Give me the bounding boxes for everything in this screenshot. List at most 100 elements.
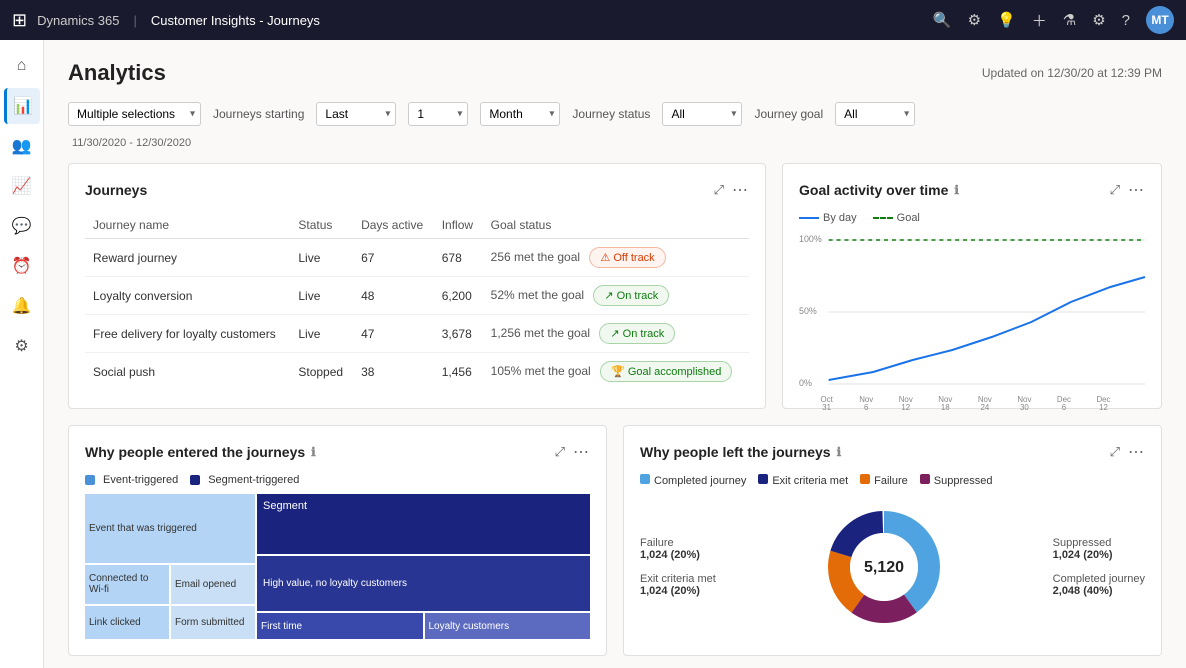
cell-days: 38 <box>353 353 434 391</box>
why-entered-info-icon[interactable]: ℹ <box>311 445 316 459</box>
goal-select[interactable]: All <box>835 102 915 126</box>
legend-completed-journey: Completed journey <box>640 474 746 487</box>
search-icon[interactable]: 🔍 <box>933 11 952 29</box>
updated-timestamp: Updated on 12/30/20 at 12:39 PM <box>982 66 1162 80</box>
svg-text:24: 24 <box>980 403 989 412</box>
suppressed-label: Suppressed 1,024 (20%) <box>1053 537 1145 561</box>
why-entered-title: Why people entered the journeys ℹ <box>85 444 316 460</box>
num-select[interactable]: 1 <box>408 102 468 126</box>
event-legend-dot <box>85 475 95 485</box>
why-entered-more-icon[interactable]: ⋯ <box>573 442 590 462</box>
sidebar-item-clock[interactable]: ⏰ <box>4 248 40 284</box>
settings-circle-icon[interactable]: ⚙ <box>968 11 981 29</box>
cell-journey-name: Social push <box>85 353 290 391</box>
goal-activity-expand-icon[interactable]: ⤢ <box>1110 182 1120 198</box>
treemap-cell-wifi: Connected to Wi-fi <box>85 565 169 604</box>
cell-status: Live <box>290 277 353 315</box>
cell-inflow: 1,456 <box>434 353 483 391</box>
why-entered-expand-icon[interactable]: ⤢ <box>555 444 565 460</box>
why-left-more-icon[interactable]: ⋯ <box>1128 442 1145 462</box>
cell-journey-name: Loyalty conversion <box>85 277 290 315</box>
why-left-info-icon[interactable]: ℹ <box>837 445 842 459</box>
sidebar-item-analytics[interactable]: 📊 <box>4 88 40 124</box>
last-select[interactable]: Last <box>316 102 396 126</box>
period-select[interactable]: Month <box>480 102 560 126</box>
table-header-row: Journey name Status Days active Inflow G… <box>85 212 749 239</box>
journey-goal-label: Journey goal <box>754 107 823 121</box>
goal-activity-header: Goal activity over time ℹ ⤢ ⋯ <box>799 180 1145 200</box>
journeys-expand-icon[interactable]: ⤢ <box>714 182 724 198</box>
sidebar-item-messages[interactable]: 💬 <box>4 208 40 244</box>
svg-text:6: 6 <box>864 403 869 412</box>
page-title: Analytics <box>68 60 166 86</box>
filter-icon[interactable]: ⚗ <box>1063 11 1076 29</box>
cell-goal-status: 256 met the goal ⚠ Off track <box>483 239 749 277</box>
plus-icon[interactable]: ＋ <box>1032 10 1047 31</box>
journeys-card: Journeys ⤢ ⋯ Journey name Status Days ac… <box>68 163 766 409</box>
journey-multiselect[interactable]: Multiple selections <box>68 102 201 126</box>
svg-text:12: 12 <box>901 403 910 412</box>
why-entered-header: Why people entered the journeys ℹ ⤢ ⋯ <box>85 442 590 462</box>
treemap-col-1: Event that was triggered Connected to Wi… <box>85 494 255 639</box>
table-row: Free delivery for loyalty customers Live… <box>85 315 749 353</box>
chart-legend: By day Goal <box>799 212 1145 224</box>
sidebar-item-alerts[interactable]: 🔔 <box>4 288 40 324</box>
legend-goal: Goal <box>873 212 920 224</box>
filter-bar: Multiple selections Journeys starting La… <box>68 102 1162 126</box>
num-select-wrapper: 1 <box>408 102 468 126</box>
treemap-row-2: Connected to Wi-fi Email opened <box>85 565 255 604</box>
goal-badge: 🏆 Goal accomplished <box>600 361 732 382</box>
why-left-expand-icon[interactable]: ⤢ <box>1110 444 1120 460</box>
top-row-grid: Journeys ⤢ ⋯ Journey name Status Days ac… <box>68 163 1162 409</box>
cell-days: 48 <box>353 277 434 315</box>
goal-activity-info-icon[interactable]: ℹ <box>954 183 959 197</box>
journeys-card-header: Journeys ⤢ ⋯ <box>85 180 749 200</box>
cell-status: Live <box>290 315 353 353</box>
goal-activity-more-icon[interactable]: ⋯ <box>1128 180 1145 200</box>
legend-day-line <box>799 217 819 219</box>
lightbulb-icon[interactable]: 💡 <box>997 11 1016 29</box>
event-triggered-legend: Event-triggered <box>85 474 178 486</box>
cell-journey-name: Free delivery for loyalty customers <box>85 315 290 353</box>
sidebar-item-people[interactable]: 👥 <box>4 128 40 164</box>
last-select-wrapper: Last <box>316 102 396 126</box>
why-left-title: Why people left the journeys ℹ <box>640 444 841 460</box>
why-left-header: Why people left the journeys ℹ ⤢ ⋯ <box>640 442 1145 462</box>
col-status: Status <box>290 212 353 239</box>
svg-text:50%: 50% <box>799 306 817 316</box>
journeys-starting-label: Journeys starting <box>213 107 304 121</box>
sidebar-item-home[interactable]: ⌂ <box>4 48 40 84</box>
app-layout: ⌂ 📊 👥 📈 💬 ⏰ 🔔 ⚙ Analytics Updated on 12/… <box>0 40 1186 668</box>
gear-icon[interactable]: ⚙ <box>1092 11 1105 29</box>
legend-failure: Failure <box>860 474 908 487</box>
why-entered-card: Why people entered the journeys ℹ ⤢ ⋯ Ev… <box>68 425 607 656</box>
cell-goal-status: 105% met the goal 🏆 Goal accomplished <box>483 353 749 391</box>
failure-label: Failure 1,024 (20%) <box>640 537 716 561</box>
user-avatar[interactable]: MT <box>1146 6 1174 34</box>
table-row: Social push Stopped 38 1,456 105% met th… <box>85 353 749 391</box>
svg-text:6: 6 <box>1062 403 1067 412</box>
cell-days: 67 <box>353 239 434 277</box>
sidebar-item-chart[interactable]: 📈 <box>4 168 40 204</box>
goal-select-wrapper: All <box>835 102 915 126</box>
period-select-wrapper: Month <box>480 102 560 126</box>
goal-activity-actions: ⤢ ⋯ <box>1110 180 1145 200</box>
svg-text:30: 30 <box>1020 403 1029 412</box>
treemap-row-bottom: First time Loyalty customers <box>257 613 590 639</box>
legend-suppressed: Suppressed <box>920 474 993 487</box>
status-select[interactable]: All <box>662 102 742 126</box>
journeys-card-title: Journeys <box>85 182 147 198</box>
svg-text:100%: 100% <box>799 234 822 244</box>
journeys-more-icon[interactable]: ⋯ <box>732 180 749 200</box>
treemap-col-2: Segment High value, no loyalty customers… <box>257 494 590 639</box>
donut-chart: 5,120 <box>824 507 944 627</box>
sidebar-item-settings[interactable]: ⚙ <box>4 328 40 364</box>
treemap-row-3: Link clicked Form submitted <box>85 606 255 639</box>
topnav-icons: 🔍 ⚙ 💡 ＋ ⚗ ⚙ ? MT <box>933 6 1174 34</box>
page-header: Analytics Updated on 12/30/20 at 12:39 P… <box>68 60 1162 86</box>
goal-activity-card: Goal activity over time ℹ ⤢ ⋯ By day <box>782 163 1162 409</box>
donut-labels-right: Suppressed 1,024 (20%) Completed journey… <box>1053 537 1145 597</box>
help-icon[interactable]: ? <box>1122 12 1130 29</box>
grid-menu-icon[interactable]: ⊞ <box>12 10 27 31</box>
top-navigation: ⊞ Dynamics 365 | Customer Insights - Jou… <box>0 0 1186 40</box>
